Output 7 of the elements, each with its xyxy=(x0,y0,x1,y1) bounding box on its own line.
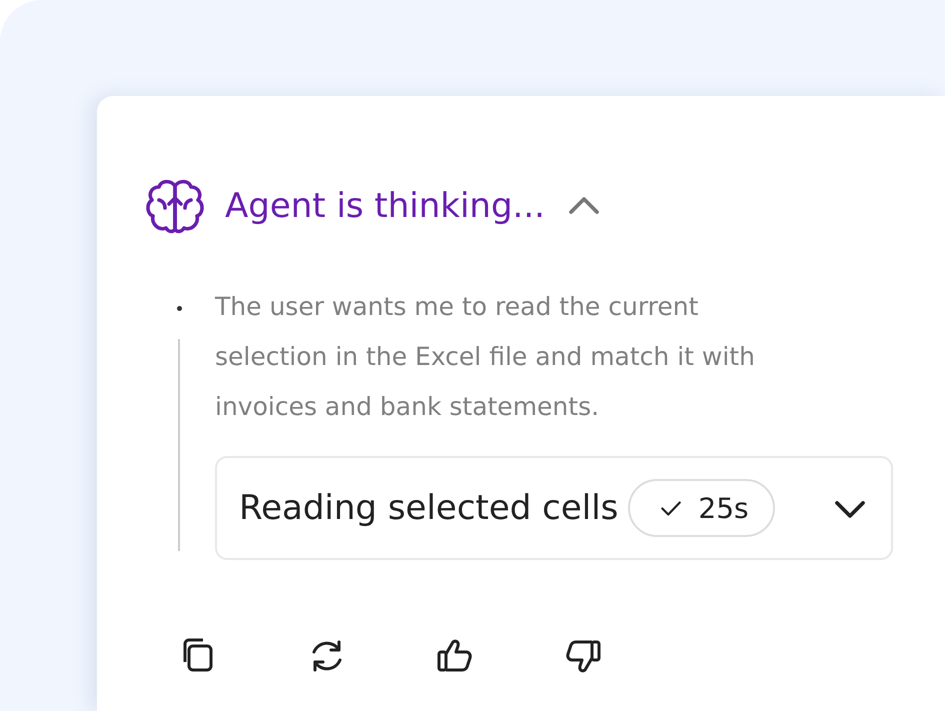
chevron-up-icon[interactable] xyxy=(570,198,597,214)
chevron-down-icon[interactable] xyxy=(837,500,863,516)
step-label: Reading selected cells xyxy=(239,488,618,528)
bullet-dot xyxy=(176,306,182,311)
thought-text: The user wants me to read the current selection in the Excel file and match it with invoices and bank statements. xyxy=(215,291,756,423)
thinking-title: Agent is thinking... xyxy=(225,186,545,226)
duration-badge: 25s xyxy=(628,479,775,537)
